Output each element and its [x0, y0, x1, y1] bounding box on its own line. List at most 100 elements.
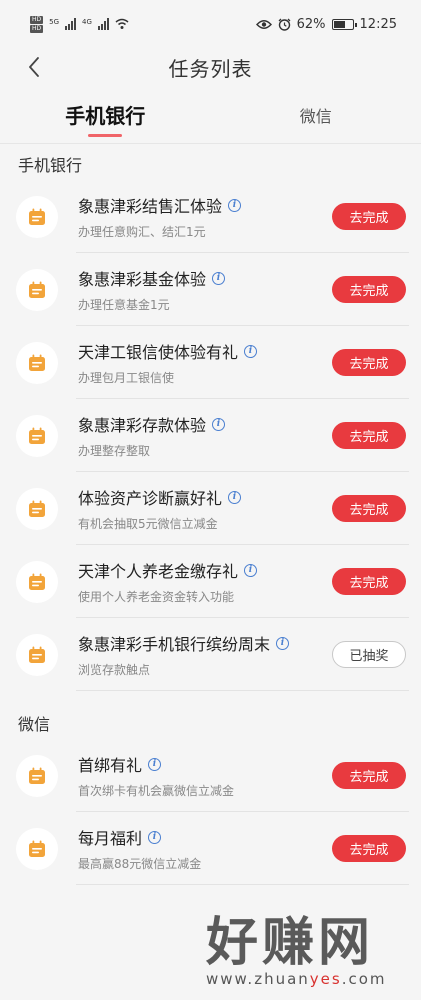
task-title: 象惠津彩结售汇体验: [78, 197, 223, 216]
watermark-url-accent: yes: [309, 970, 342, 988]
task-row: 象惠津彩手机银行缤纷周末 i 浏览存款触点 已抽奖: [16, 618, 421, 691]
task-title-line: 首绑有礼 i: [78, 752, 332, 776]
hd-tags: HD HD: [30, 15, 44, 33]
task-calendar-icon: [16, 195, 58, 238]
task-calendar-icon: [16, 633, 58, 676]
info-icon[interactable]: i: [244, 563, 258, 577]
wifi-icon: [115, 18, 129, 29]
task-title-line: 象惠津彩手机银行缤纷周末 i: [78, 631, 332, 655]
watermark-logo: 好赚网: [206, 913, 375, 973]
info-icon[interactable]: i: [276, 636, 290, 650]
signal-icon-2: [97, 18, 109, 30]
nav-bar: 任务列表: [0, 48, 421, 86]
complete-task-button[interactable]: 去完成: [332, 276, 406, 303]
task-calendar-icon: [16, 560, 58, 603]
info-icon[interactable]: i: [244, 344, 258, 358]
task-row: 天津个人养老金缴存礼 i 使用个人养老金资金转入功能 去完成: [16, 545, 421, 618]
info-icon[interactable]: i: [228, 490, 242, 504]
complete-task-button[interactable]: 去完成: [332, 203, 406, 230]
chevron-left-icon: [29, 57, 39, 77]
task-title-line: 每月福利 i: [78, 825, 332, 849]
task-text: 象惠津彩结售汇体验 i 办理任意购汇、结汇1元: [78, 193, 332, 240]
tab-wechat[interactable]: 微信: [211, 86, 421, 143]
task-title: 首绑有礼: [78, 756, 143, 775]
task-subtitle: 浏览存款触点: [78, 663, 151, 677]
battery-icon: [331, 18, 357, 30]
net-label-1: 5G: [49, 17, 60, 26]
bank-task-list: 象惠津彩结售汇体验 i 办理任意购汇、结汇1元 去完成 象惠津彩基金体验 i 办理任意基金1…: [0, 180, 421, 691]
task-subtitle: 办理任意购汇、结汇1元: [78, 225, 206, 239]
eye-icon: [255, 19, 272, 29]
task-title: 每月福利: [78, 829, 143, 848]
signal-icon-1: [65, 18, 77, 30]
page-title: 任务列表: [168, 56, 253, 81]
info-icon[interactable]: i: [148, 757, 162, 771]
task-calendar-icon: [16, 827, 58, 870]
watermark: 好赚网 www.zhuanyes.com: [206, 912, 414, 992]
task-title-line: 象惠津彩基金体验 i: [78, 266, 332, 290]
task-title-line: 体验资产诊断赢好礼 i: [78, 485, 332, 509]
alarm-icon: [278, 18, 291, 31]
status-bar: HD HD 5G 4G 62% 12:25: [0, 0, 421, 48]
task-subtitle: 有机会抽取5元微信立减金: [78, 517, 218, 531]
task-text: 天津个人养老金缴存礼 i 使用个人养老金资金转入功能: [78, 558, 332, 605]
watermark-url-prefix: www.zhuan: [206, 970, 310, 988]
task-subtitle: 首次绑卡有机会赢微信立减金: [78, 784, 235, 798]
task-subtitle: 办理整存整取: [78, 444, 151, 458]
hd-tag-2: HD: [30, 24, 44, 33]
task-text: 象惠津彩基金体验 i 办理任意基金1元: [78, 266, 332, 313]
watermark-url-suffix: .com: [341, 970, 387, 988]
info-icon[interactable]: i: [148, 830, 162, 844]
task-subtitle: 办理包月工银信使: [78, 371, 175, 385]
complete-task-button[interactable]: 去完成: [332, 495, 406, 522]
task-text: 象惠津彩手机银行缤纷周末 i 浏览存款触点: [78, 631, 332, 678]
task-subtitle: 办理任意基金1元: [78, 298, 170, 312]
task-subtitle: 使用个人养老金资金转入功能: [78, 590, 235, 604]
net-label-2: 4G: [82, 17, 92, 26]
task-row: 每月福利 i 最高赢88元微信立减金 去完成: [16, 812, 421, 885]
task-calendar-icon: [16, 487, 58, 530]
section-header-bank: 手机银行: [18, 156, 83, 175]
task-title-line: 天津工银信使体验有礼 i: [78, 339, 332, 363]
status-right: 62% 12:25: [255, 16, 397, 32]
info-icon[interactable]: i: [212, 417, 226, 431]
task-row: 象惠津彩存款体验 i 办理整存整取 去完成: [16, 399, 421, 472]
section-header-wechat: 微信: [18, 715, 51, 734]
task-calendar-icon: [16, 268, 58, 311]
task-calendar-icon: [16, 341, 58, 384]
task-row: 体验资产诊断赢好礼 i 有机会抽取5元微信立减金 去完成: [16, 472, 421, 545]
task-calendar-icon: [16, 754, 58, 797]
wechat-task-list: 首绑有礼 i 首次绑卡有机会赢微信立减金 去完成 每月福利 i 最高赢88元微信立减金 去完成: [0, 739, 421, 885]
task-row: 象惠津彩结售汇体验 i 办理任意购汇、结汇1元 去完成: [16, 180, 421, 253]
task-text: 每月福利 i 最高赢88元微信立减金: [78, 825, 332, 872]
status-time: 12:25: [359, 16, 397, 32]
drawn-button[interactable]: 已抽奖: [332, 641, 406, 668]
complete-task-button[interactable]: 去完成: [332, 762, 406, 789]
task-row: 首绑有礼 i 首次绑卡有机会赢微信立减金 去完成: [16, 739, 421, 812]
task-title: 体验资产诊断赢好礼: [78, 489, 223, 508]
task-calendar-icon: [16, 414, 58, 457]
task-title-line: 象惠津彩结售汇体验 i: [78, 193, 332, 217]
complete-task-button[interactable]: 去完成: [332, 349, 406, 376]
watermark-url: www.zhuanyes.com: [206, 970, 414, 988]
task-title: 天津工银信使体验有礼: [78, 343, 239, 362]
info-icon[interactable]: i: [228, 198, 242, 212]
task-title: 天津个人养老金缴存礼: [78, 562, 239, 581]
tab-bar: 手机银行 微信: [0, 86, 421, 144]
task-text: 首绑有礼 i 首次绑卡有机会赢微信立减金: [78, 752, 332, 799]
complete-task-button[interactable]: 去完成: [332, 422, 406, 449]
info-icon[interactable]: i: [212, 271, 226, 285]
complete-task-button[interactable]: 去完成: [332, 835, 406, 862]
task-subtitle: 最高赢88元微信立减金: [78, 857, 202, 871]
back-button[interactable]: [22, 54, 46, 80]
task-text: 天津工银信使体验有礼 i 办理包月工银信使: [78, 339, 332, 386]
task-title: 象惠津彩基金体验: [78, 270, 207, 289]
task-title: 象惠津彩存款体验: [78, 416, 207, 435]
tab-mobile-banking[interactable]: 手机银行: [0, 86, 211, 143]
battery-fill: [333, 20, 345, 28]
status-left: HD HD 5G 4G: [30, 15, 129, 33]
task-text: 体验资产诊断赢好礼 i 有机会抽取5元微信立减金: [78, 485, 332, 532]
task-row: 象惠津彩基金体验 i 办理任意基金1元 去完成: [16, 253, 421, 326]
task-title: 象惠津彩手机银行缤纷周末: [78, 635, 271, 654]
complete-task-button[interactable]: 去完成: [332, 568, 406, 595]
